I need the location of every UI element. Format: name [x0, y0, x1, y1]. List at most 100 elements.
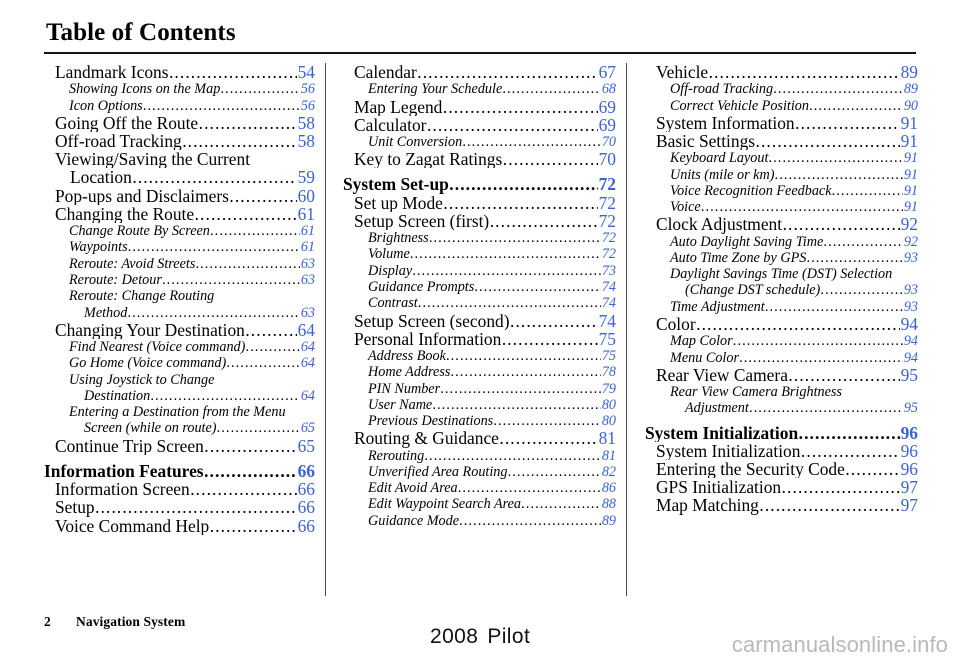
toc-page-number[interactable]: 89 — [900, 63, 918, 81]
toc-entry[interactable]: System Set-up...........................… — [343, 175, 616, 193]
toc-entry[interactable]: Rear View Camera Brightness.............… — [645, 384, 918, 400]
toc-entry[interactable]: Clock Adjustment........................… — [645, 215, 918, 233]
toc-entry[interactable]: Basic Settings..........................… — [645, 132, 918, 150]
toc-page-number[interactable]: 94 — [903, 350, 918, 366]
toc-page-number[interactable]: 88 — [601, 496, 616, 512]
toc-page-number[interactable]: 65 — [297, 437, 315, 455]
toc-page-number[interactable]: 72 — [598, 175, 616, 193]
toc-page-number[interactable]: 97 — [900, 478, 918, 496]
toc-entry[interactable]: Viewing/Saving the Current..............… — [44, 150, 315, 168]
toc-page-number[interactable]: 94 — [900, 315, 918, 333]
toc-page-number[interactable]: 72 — [598, 194, 616, 212]
toc-page-number[interactable]: 79 — [601, 381, 616, 397]
toc-entry[interactable]: Correct Vehicle Position................… — [645, 98, 918, 114]
toc-entry[interactable]: Reroute: Detour.........................… — [44, 272, 315, 288]
toc-page-number[interactable]: 93 — [903, 250, 918, 266]
toc-entry[interactable]: Using Joystick to Change................… — [44, 372, 315, 388]
toc-entry[interactable]: Destination.............................… — [44, 388, 315, 404]
toc-entry[interactable]: Contrast................................… — [343, 295, 616, 311]
toc-entry[interactable]: Set up Mode.............................… — [343, 194, 616, 212]
toc-page-number[interactable]: 63 — [300, 305, 315, 321]
toc-page-number[interactable]: 72 — [598, 212, 616, 230]
toc-entry[interactable]: Previous Destinations...................… — [343, 413, 616, 429]
toc-page-number[interactable]: 66 — [297, 480, 315, 498]
toc-entry[interactable]: Rerouting...............................… — [343, 448, 616, 464]
toc-entry[interactable]: Menu Color..............................… — [645, 350, 918, 366]
toc-page-number[interactable]: 58 — [297, 114, 315, 132]
toc-entry[interactable]: Setup...................................… — [44, 498, 315, 516]
toc-entry[interactable]: Map Color...............................… — [645, 333, 918, 349]
toc-entry[interactable]: Voice Recognition Feedback..............… — [645, 183, 918, 199]
toc-page-number[interactable]: 56 — [300, 98, 315, 114]
toc-entry[interactable]: Changing the Route......................… — [44, 205, 315, 223]
toc-entry[interactable]: User Name...............................… — [343, 397, 616, 413]
toc-entry[interactable]: Entering a Destination from the Menu....… — [44, 404, 315, 420]
toc-page-number[interactable]: 75 — [598, 330, 616, 348]
toc-entry[interactable]: Showing Icons on the Map................… — [44, 81, 315, 97]
toc-entry[interactable]: Entering Your Schedule..................… — [343, 81, 616, 97]
toc-page-number[interactable]: 64 — [297, 321, 315, 339]
toc-entry[interactable]: Continue Trip Screen....................… — [44, 437, 315, 455]
toc-entry[interactable]: Time Adjustment.........................… — [645, 299, 918, 315]
toc-entry[interactable]: (Change DST schedule)...................… — [645, 282, 918, 298]
toc-entry[interactable]: Auto Time Zone by GPS...................… — [645, 250, 918, 266]
toc-entry[interactable]: System Initialization...................… — [645, 442, 918, 460]
toc-page-number[interactable]: 67 — [598, 63, 616, 81]
toc-page-number[interactable]: 74 — [601, 295, 616, 311]
toc-page-number[interactable]: 95 — [900, 366, 918, 384]
toc-page-number[interactable]: 54 — [297, 63, 315, 81]
toc-entry[interactable]: Setup Screen (first)....................… — [343, 212, 616, 230]
toc-entry[interactable]: Auto Daylight Saving Time...............… — [645, 234, 918, 250]
toc-page-number[interactable]: 91 — [900, 132, 918, 150]
toc-entry[interactable]: Reroute: Change Routing.................… — [44, 288, 315, 304]
toc-page-number[interactable]: 80 — [601, 413, 616, 429]
toc-entry[interactable]: Rear View Camera........................… — [645, 366, 918, 384]
toc-entry[interactable]: Guidance Prompts........................… — [343, 279, 616, 295]
toc-entry[interactable]: System Initialization...................… — [645, 424, 918, 442]
toc-entry[interactable]: Find Nearest (Voice command)............… — [44, 339, 315, 355]
toc-page-number[interactable]: 63 — [300, 256, 315, 272]
toc-entry[interactable]: Landmark Icons..........................… — [44, 63, 315, 81]
toc-entry[interactable]: Voice Command Help......................… — [44, 517, 315, 535]
toc-page-number[interactable]: 93 — [903, 282, 918, 298]
toc-page-number[interactable]: 70 — [598, 150, 616, 168]
toc-entry[interactable]: Volume..................................… — [343, 246, 616, 262]
toc-page-number[interactable]: 91 — [903, 150, 918, 166]
toc-page-number[interactable]: 91 — [900, 114, 918, 132]
toc-page-number[interactable]: 74 — [598, 312, 616, 330]
toc-page-number[interactable]: 64 — [300, 388, 315, 404]
toc-page-number[interactable]: 60 — [297, 187, 315, 205]
toc-entry[interactable]: Map Matching............................… — [645, 496, 918, 514]
toc-entry[interactable]: Icon Options............................… — [44, 98, 315, 114]
toc-entry[interactable]: Changing Your Destination...............… — [44, 321, 315, 339]
toc-entry[interactable]: Off-road Tracking.......................… — [645, 81, 918, 97]
toc-page-number[interactable]: 63 — [300, 272, 315, 288]
toc-entry[interactable]: System Information......................… — [645, 114, 918, 132]
toc-page-number[interactable]: 96 — [900, 442, 918, 460]
toc-page-number[interactable]: 81 — [601, 448, 616, 464]
toc-page-number[interactable]: 93 — [903, 299, 918, 315]
toc-page-number[interactable]: 91 — [903, 183, 918, 199]
toc-page-number[interactable]: 70 — [601, 134, 616, 150]
toc-page-number[interactable]: 69 — [598, 98, 616, 116]
toc-entry[interactable]: Color...................................… — [645, 315, 918, 333]
toc-page-number[interactable]: 92 — [900, 215, 918, 233]
toc-entry[interactable]: Calculator..............................… — [343, 116, 616, 134]
toc-page-number[interactable]: 64 — [300, 339, 315, 355]
toc-entry[interactable]: Setup Screen (second)...................… — [343, 312, 616, 330]
toc-page-number[interactable]: 73 — [601, 263, 616, 279]
toc-page-number[interactable]: 97 — [900, 496, 918, 514]
toc-entry[interactable]: Screen (while on route).................… — [44, 420, 315, 436]
toc-page-number[interactable]: 68 — [601, 81, 616, 97]
toc-page-number[interactable]: 66 — [297, 462, 315, 480]
toc-entry[interactable]: Location................................… — [44, 168, 315, 186]
toc-entry[interactable]: Keyboard Layout.........................… — [645, 150, 918, 166]
toc-entry[interactable]: Entering the Security Code..............… — [645, 460, 918, 478]
toc-page-number[interactable]: 95 — [903, 400, 918, 416]
toc-page-number[interactable]: 96 — [900, 460, 918, 478]
toc-entry[interactable]: Pop-ups and Disclaimers.................… — [44, 187, 315, 205]
toc-entry[interactable]: Go Home (Voice command).................… — [44, 355, 315, 371]
toc-page-number[interactable]: 81 — [598, 429, 616, 447]
toc-page-number[interactable]: 58 — [297, 132, 315, 150]
toc-entry[interactable]: Guidance Mode...........................… — [343, 513, 616, 529]
